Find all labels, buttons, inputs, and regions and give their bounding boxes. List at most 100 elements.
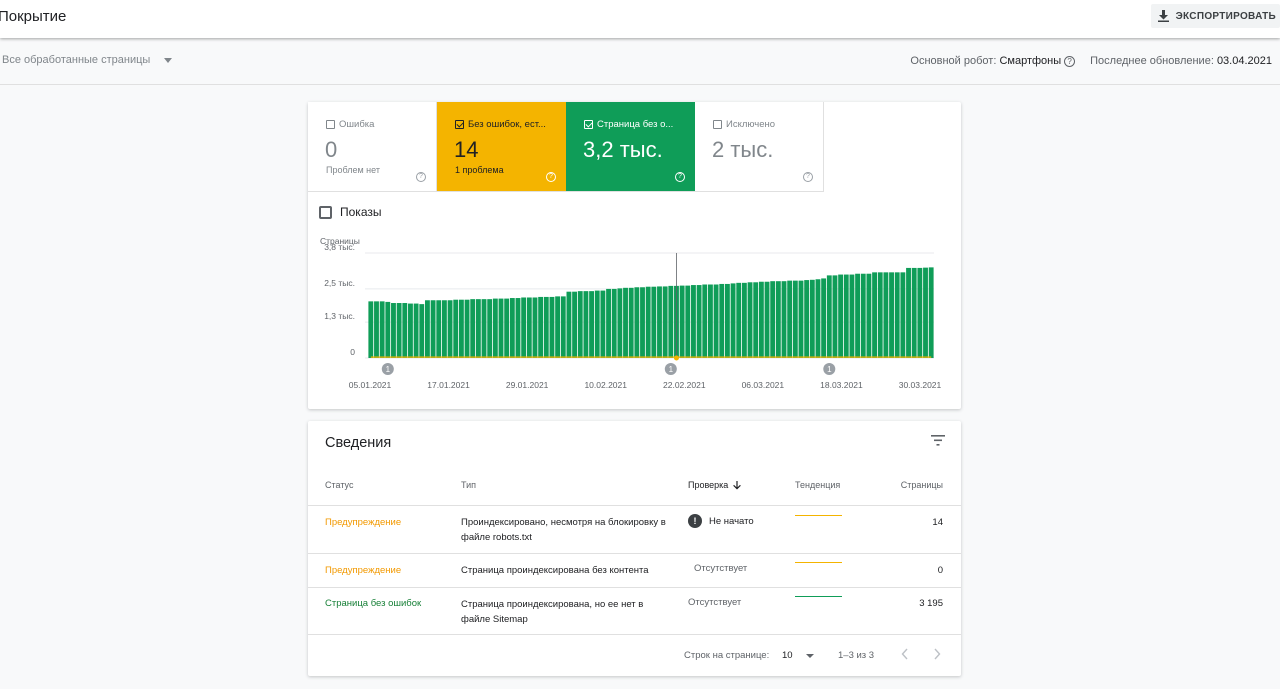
chart-bar: [821, 278, 827, 358]
chart-bar: [425, 300, 430, 358]
chart-bar: [589, 291, 594, 358]
rows-per-page-select[interactable]: 10: [782, 650, 814, 661]
rows-per-page-label: Строк на странице:: [684, 650, 770, 661]
dropdown-caret-icon: [805, 653, 814, 658]
filter-list-button[interactable]: [931, 433, 945, 451]
column-header-check[interactable]: Проверка: [688, 480, 742, 490]
checkbox-icon[interactable]: [319, 205, 332, 219]
chart-bar: [408, 303, 413, 358]
column-header-pages[interactable]: Страницы: [901, 480, 943, 490]
x-tick-label: 10.02.2021: [584, 380, 627, 390]
chart-bar: [702, 284, 708, 358]
checkbox-checked-icon[interactable]: [584, 120, 593, 129]
download-icon: [1157, 10, 1169, 22]
help-icon[interactable]: ?: [416, 172, 426, 182]
chart-bar: [623, 287, 628, 358]
row-type: Страница проиндексирована, но ее нет в ф…: [461, 599, 644, 625]
chart-bar: [685, 285, 691, 358]
tile-subtitle: 1 проблема: [455, 165, 504, 175]
help-icon[interactable]: ?: [546, 172, 556, 182]
tile-excluded[interactable]: Исключено 2 тыс. ?: [695, 102, 824, 192]
rows-per-page-value: 10: [782, 650, 793, 661]
chart-bar: [617, 288, 623, 358]
row-check: Отсутствует: [688, 597, 741, 608]
tile-label: Ошибка: [339, 119, 375, 130]
crawler-value: Смартфоны: [999, 55, 1062, 67]
checkbox-checked-icon[interactable]: [455, 120, 464, 129]
tile-valid-with-warnings[interactable]: Без ошибок, ест... 14 1 проблема ?: [437, 102, 566, 192]
annotation-label: 1: [827, 365, 832, 374]
pages-filter-select[interactable]: Все обработанные страницы: [2, 54, 173, 66]
chevron-left-icon: [901, 648, 908, 660]
export-button[interactable]: ЭКСПОРТИРОВАТЬ: [1150, 4, 1280, 28]
chart-bar: [792, 280, 798, 358]
impressions-toggle[interactable]: Показы: [319, 205, 381, 219]
row-check: Отсутствует: [694, 563, 747, 574]
chart-bar: [855, 273, 861, 358]
help-icon[interactable]: ?: [803, 172, 813, 182]
chart-bar: [826, 275, 832, 358]
row-type: Страница проиндексирована без контента: [461, 565, 649, 576]
chevron-right-icon: [934, 648, 941, 660]
chart-bar: [713, 284, 719, 358]
table-row[interactable]: Предупреждение Проиндексировано, несмотр…: [308, 506, 961, 554]
chart-bar: [657, 286, 662, 358]
chart-bar: [860, 273, 866, 358]
next-page-button[interactable]: [933, 648, 941, 663]
chart-bar: [872, 272, 877, 358]
tile-value: 14: [454, 137, 479, 162]
chart-bar: [470, 299, 476, 358]
table-row[interactable]: Предупреждение Страница проиндексирована…: [308, 554, 961, 588]
tile-value: 3,2 тыс.: [583, 137, 663, 162]
chart-bar: [747, 282, 753, 358]
chart-bar: [894, 272, 900, 358]
row-status: Предупреждение: [325, 565, 402, 576]
filter-list-icon: [931, 435, 945, 446]
chart-bar: [708, 284, 713, 358]
chart-bar: [481, 299, 487, 358]
chart-bar: [787, 280, 793, 358]
chart-bar: [509, 298, 515, 358]
column-header-trend[interactable]: Тенденция: [795, 480, 840, 490]
checkbox-icon[interactable]: [713, 120, 722, 129]
checkbox-icon[interactable]: [326, 120, 335, 129]
chart-bar: [374, 301, 379, 358]
chart-bar: [464, 299, 470, 358]
help-icon[interactable]: ?: [675, 172, 685, 182]
chart-bar: [832, 275, 838, 358]
tile-subtitle: Проблем нет: [326, 165, 380, 175]
tile-error[interactable]: Ошибка 0 Проблем нет ?: [308, 102, 437, 192]
chart-bar: [758, 281, 764, 358]
annotation-label: 1: [386, 365, 391, 374]
chart-bar: [402, 303, 408, 358]
column-header-status[interactable]: Статус: [325, 480, 353, 490]
pagination: Строк на странице: 10 1–3 из 3: [308, 635, 961, 676]
row-check-label: Не начато: [709, 515, 754, 527]
prev-page-button[interactable]: [901, 648, 909, 663]
crawl-meta: Основной робот: Смартфоны ? Последнее об…: [910, 55, 1272, 67]
annotation-label: 1: [669, 365, 674, 374]
chart-bar: [521, 297, 527, 358]
chart-bar: [775, 281, 781, 358]
chart-bar: [640, 287, 645, 358]
table-row[interactable]: Страница без ошибок Страница проиндексир…: [308, 588, 961, 635]
row-pages: 3 195: [919, 598, 943, 609]
chart-bar: [877, 272, 883, 358]
trend-sparkline: [795, 562, 842, 563]
chart-bar: [696, 285, 702, 358]
chart-bar: [849, 274, 855, 358]
tile-value: 0: [325, 137, 338, 162]
help-icon[interactable]: ?: [1064, 55, 1076, 67]
alert-icon: !: [688, 514, 702, 528]
x-tick-label: 22.02.2021: [663, 380, 706, 390]
last-updated-label: Последнее обновление:: [1090, 55, 1214, 67]
chart-bar: [577, 291, 583, 358]
chart-bar: [594, 290, 600, 358]
row-check: ! Не начато: [688, 514, 754, 528]
tile-valid[interactable]: Страница без о... 3,2 тыс. ?: [566, 102, 695, 192]
y-tick-label: 2,5 тыс.: [324, 278, 355, 288]
column-header-type[interactable]: Тип: [461, 480, 476, 490]
x-tick-label: 06.03.2021: [742, 380, 785, 390]
chart-bar: [430, 300, 436, 358]
chart-bar: [906, 267, 911, 358]
